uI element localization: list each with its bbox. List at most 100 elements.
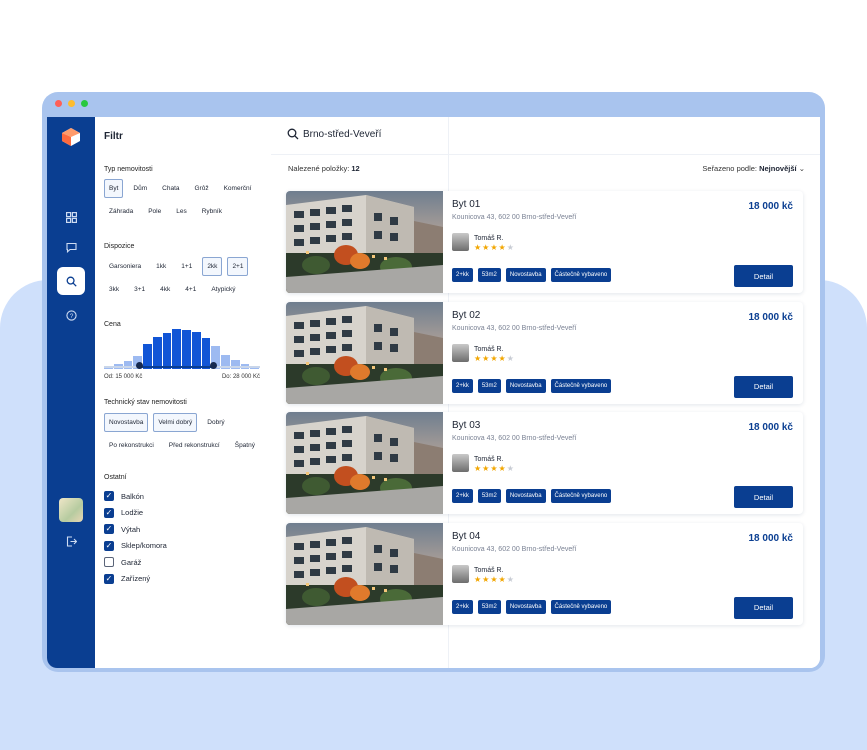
close-dot[interactable] [55,100,62,107]
checkbox-row[interactable]: ✓ Zařízený [104,571,167,588]
listing-card[interactable]: Byt 02 Kounicova 43, 602 00 Brno-střed-Ve… [286,301,803,404]
listing-card[interactable]: Byt 01 Kounicova 43, 602 00 Brno-střed-Ve… [286,191,803,293]
listing-tag: Novostavba [505,268,546,282]
star-icon: ★ [498,464,507,473]
help-icon[interactable]: ? [57,301,85,329]
chat-icon[interactable] [57,233,85,261]
checkbox-label: Garáž [121,557,142,567]
filter-chip[interactable]: 3kk [104,280,124,299]
search-icon [287,128,299,140]
listing-title[interactable]: Byt 03 [452,420,480,431]
filter-chip[interactable]: Záhrada [104,202,138,221]
filter-chip[interactable]: Velmi dobrý [153,413,198,432]
listing-card[interactable]: Byt 04 Kounicova 43, 602 00 Brno-střed-Ve… [286,522,803,625]
checkbox[interactable]: ✓ [104,573,114,584]
section-stav-label: Technický stav nemovitosti [104,399,187,406]
filter-chip[interactable]: Komerční [219,179,257,198]
filter-chip[interactable]: Grôž [190,179,214,198]
results-count-value: 12 [351,164,360,173]
logout-icon[interactable] [61,531,81,551]
detail-button[interactable]: Detail [734,375,793,398]
filter-chip[interactable]: 4kk [155,280,175,299]
detail-button[interactable]: Detail [734,596,793,619]
star-icon: ★ [474,574,483,584]
search-icon[interactable] [57,267,85,295]
listing-photo[interactable] [286,191,443,293]
search-query[interactable]: Brno-střed-Veveří [303,129,381,140]
listing-title[interactable]: Byt 01 [452,199,480,210]
star-icon: ★ [506,243,515,252]
listing-card[interactable]: Byt 03 Kounicova 43, 602 00 Brno-střed-Ve… [286,412,803,514]
user-avatar[interactable] [59,498,83,522]
checkbox[interactable] [104,557,114,568]
filter-chip[interactable]: Atypický [206,280,240,299]
checkbox-row[interactable]: Garáž [104,554,167,571]
detail-button[interactable]: Detail [734,486,793,508]
rating-stars: ★★★★★ [474,464,515,473]
filter-panel: Filtr Typ nemovitosti Byt Dům Chata Grôž Kom… [95,117,271,668]
filter-chip[interactable]: Garsoniera [104,257,146,276]
results-count-label: Nalezené položky: [288,164,350,173]
listing-tag: 2+kk [452,599,473,614]
filter-chip[interactable]: 4+1 [180,280,201,299]
detail-button[interactable]: Detail [734,265,793,287]
checkbox-row[interactable]: ✓ Výtah [104,521,167,538]
agent-avatar [452,454,469,472]
filter-chip[interactable]: Les [171,202,191,221]
listing-tags: 2+kk 53m2 Novostavba Částečně vybaveno [452,599,612,614]
price-to-label: Do: 28 000 Kč [221,374,260,380]
listing-photo[interactable] [286,412,443,514]
listing-title[interactable]: Byt 02 [452,310,480,321]
svg-text:?: ? [69,313,73,320]
checkbox-label: Zařízený [121,574,151,584]
filter-chip[interactable]: Před rekonstrukcí [164,436,225,455]
listing-tag: Novostavba [505,378,546,393]
listing-price: 18 000 kč [748,311,794,323]
filter-chip[interactable]: Novostavba [104,413,149,432]
checkbox[interactable]: ✓ [104,491,114,502]
filter-chip[interactable]: 2kk [202,257,223,276]
filter-chip[interactable]: Pole [143,202,166,221]
filter-chip[interactable]: Rybník [197,202,227,221]
price-from-label: Od: 15 000 Kč [104,374,143,380]
search-bar[interactable]: Brno-střed-Veveří [271,117,820,155]
listing-address: Kounicova 43, 602 00 Brno-střed-Veveří [452,435,577,442]
listing-tags: 2+kk 53m2 Novostavba Částečně vybaveno [452,268,612,282]
filter-chip[interactable]: 3+1 [129,280,150,299]
filter-chip[interactable]: Chata [157,179,184,198]
price-histogram [104,327,260,369]
price-slider-track[interactable] [104,366,260,368]
ostatni-checkbox-list: ✓ Balkón ✓ Lodžie ✓ Výtah ✓ Sklep/komora Garáž ✓ Z… [104,488,167,587]
checkbox-label: Výtah [121,524,141,534]
grid-icon[interactable] [57,203,85,231]
checkbox-row[interactable]: ✓ Lodžie [104,505,167,522]
logo-icon[interactable] [61,128,81,146]
sort-dropdown[interactable]: Seřazeno podle: Nejnovější ⌄ [702,164,805,173]
checkbox-row[interactable]: ✓ Balkón [104,488,167,505]
maximize-dot[interactable] [81,100,88,107]
listing-price: 18 000 kč [748,532,794,544]
listing-tag: Částečně vybaveno [550,378,612,393]
listing-tag: 2+kk [452,489,473,503]
price-slider-max-handle[interactable] [209,362,217,369]
listing-photo[interactable] [286,301,443,404]
checkbox[interactable]: ✓ [104,524,114,535]
section-ostatni-label: Ostatní [104,474,127,481]
checkbox-row[interactable]: ✓ Sklep/komora [104,538,167,555]
checkbox[interactable]: ✓ [104,540,114,551]
price-slider-fill [139,366,214,368]
minimize-dot[interactable] [68,100,75,107]
filter-chip[interactable]: Byt [104,179,124,198]
filter-chip[interactable]: 2+1 [227,257,249,276]
filter-chip[interactable]: Špatný [230,436,260,455]
listing-tag: Novostavba [505,599,546,614]
filter-chip[interactable]: Dobrý [202,413,229,432]
filter-chip[interactable]: 1+1 [176,257,197,276]
listing-title[interactable]: Byt 04 [452,531,480,542]
app: ? Filtr Typ nemovitosti Byt Dům Chata Grôž K… [47,117,820,668]
filter-chip[interactable]: 1kk [151,257,171,276]
filter-chip[interactable]: Dům [128,179,152,198]
listing-photo[interactable] [286,522,443,625]
checkbox[interactable]: ✓ [104,507,114,518]
filter-chip[interactable]: Po rekonstrukci [104,436,159,455]
